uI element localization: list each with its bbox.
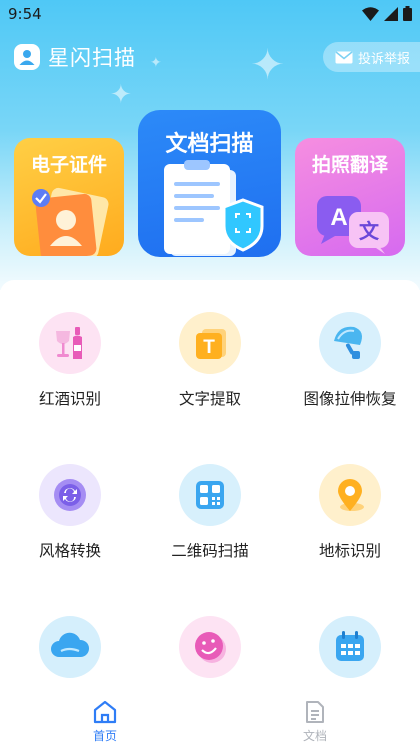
text-extract-icon: T	[179, 312, 241, 374]
nav-document[interactable]: 文档	[285, 700, 345, 744]
tool-wine-recognition[interactable]: 红酒识别	[0, 312, 140, 409]
translate-glyph-a: A	[330, 204, 347, 231]
feature-card-label: 文档扫描	[165, 132, 254, 157]
wine-icon	[39, 312, 101, 374]
image-stretch-icon	[319, 312, 381, 374]
tool-label: 风格转换	[38, 542, 101, 560]
feature-card-label: 电子证件	[30, 154, 107, 176]
tool-image-stretch-restore[interactable]: 图像拉伸恢复	[280, 312, 420, 409]
feature-card-document-scan[interactable]: 文档扫描	[138, 110, 281, 257]
tool-text-extract[interactable]: T 文字提取	[140, 312, 280, 409]
sparkle-icon: ✦	[250, 40, 286, 89]
mail-icon	[335, 50, 353, 63]
tool-label: 红酒识别	[38, 390, 101, 408]
tool-qr-scan[interactable]: 二维码扫描	[140, 464, 280, 561]
tool-label: 文字提取	[178, 390, 241, 408]
wifi-icon	[362, 6, 379, 21]
style-convert-icon	[39, 464, 101, 526]
feature-card-translate[interactable]: 拍照翻译 A 文	[295, 138, 405, 256]
tool-smile-face[interactable]	[140, 616, 280, 691]
cloud-icon	[39, 616, 101, 678]
smile-face-icon	[179, 616, 241, 678]
nav-home[interactable]: 首页	[75, 700, 135, 744]
nav-home-label: 首页	[92, 729, 117, 743]
tool-label: 二维码扫描	[171, 542, 249, 560]
document-scan-icon	[164, 160, 264, 256]
sparkle-icon: ✦	[150, 55, 162, 71]
svg-text:T: T	[203, 337, 215, 358]
status-time: 9:54	[8, 5, 42, 23]
tool-label: 地标识别	[318, 542, 381, 560]
calendar-icon	[319, 616, 381, 678]
translate-icon: A 文	[317, 196, 389, 254]
document-icon	[306, 701, 324, 723]
user-icon[interactable]	[14, 44, 40, 70]
app-header: 星闪扫描	[14, 42, 136, 72]
app-title: 星闪扫描	[48, 46, 136, 70]
complaint-button[interactable]: 投诉举报	[322, 42, 420, 72]
tool-landmark-recognition[interactable]: 地标识别	[280, 464, 420, 561]
bottom-nav: 首页 文档	[0, 690, 420, 748]
status-icons	[362, 6, 412, 21]
home-icon	[93, 700, 117, 724]
id-card-icon	[32, 187, 109, 256]
landmark-icon	[319, 464, 381, 526]
feature-card-label: 拍照翻译	[311, 154, 388, 176]
nav-document-label: 文档	[302, 729, 327, 743]
tool-cloud[interactable]	[0, 616, 140, 691]
tool-label: 图像拉伸恢复	[303, 390, 397, 408]
signal-icon	[384, 6, 398, 21]
tool-style-convert[interactable]: 风格转换	[0, 464, 140, 561]
status-bar: 9:54	[0, 0, 420, 30]
tool-calendar[interactable]	[280, 616, 420, 691]
feature-card-id-card[interactable]: 电子证件	[14, 138, 124, 256]
tools-grid: 红酒识别 T 文字提取 图像拉伸恢复 风格转换 二维码扫描 地标识别	[0, 280, 420, 748]
battery-icon	[403, 6, 412, 21]
translate-glyph-b: 文	[359, 219, 380, 243]
qr-code-icon	[179, 464, 241, 526]
sparkle-icon: ✦	[110, 80, 132, 110]
complaint-label: 投诉举报	[357, 51, 410, 67]
